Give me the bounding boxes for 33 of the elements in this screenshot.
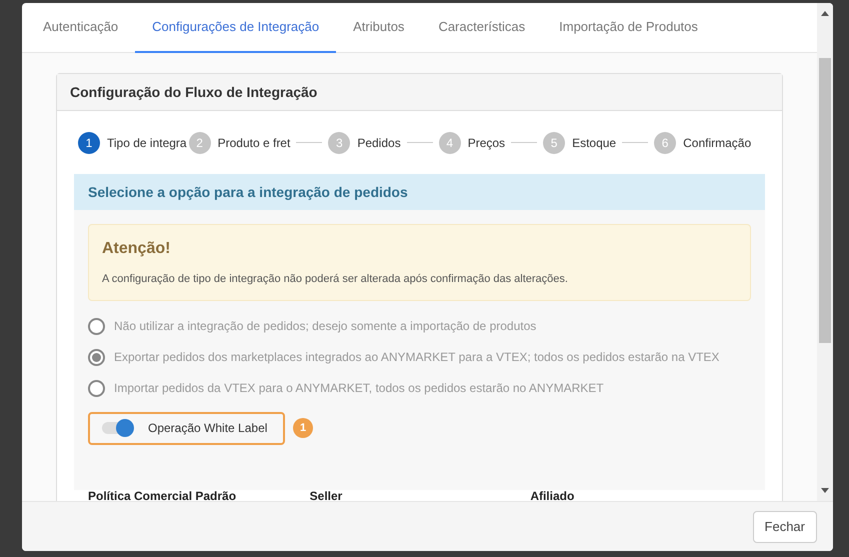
column-header: Política Comercial Padrão: [88, 488, 238, 501]
tab[interactable]: Autenticação: [26, 3, 136, 53]
step-label[interactable]: Pedidos: [357, 134, 401, 152]
close-button[interactable]: Fechar: [752, 510, 817, 542]
scroll-down-icon[interactable]: [821, 488, 829, 493]
step-number: 1: [78, 132, 100, 154]
step-number: 2: [188, 132, 211, 154]
toggle-label[interactable]: Operação White Label: [148, 419, 268, 437]
scroll-up-icon[interactable]: [821, 11, 829, 16]
radio-button[interactable]: [88, 380, 105, 396]
radio-button[interactable]: [88, 348, 105, 366]
step-label[interactable]: Produto e fret: [218, 134, 290, 152]
step-number: 3: [328, 132, 350, 154]
scrollbar[interactable]: [817, 3, 833, 501]
step-label[interactable]: Preços: [468, 134, 506, 152]
step-label[interactable]: Tipo de integra: [107, 134, 187, 152]
alert-text: A configuração de tipo de integração não poderá ser alterada após confirmação das alterações.: [102, 272, 569, 287]
callout-badge: 1: [293, 418, 313, 438]
radio-button[interactable]: [88, 318, 105, 334]
tab[interactable]: Características: [421, 3, 542, 53]
step-number: 6: [654, 132, 676, 154]
step-number: 5: [543, 132, 566, 154]
step-label[interactable]: Confirmação: [683, 134, 752, 152]
step-label[interactable]: Estoque: [572, 134, 616, 152]
section-title: Selecione a opção para a integração de pedidos: [88, 182, 408, 202]
step-number: 4: [438, 132, 461, 154]
tab[interactable]: Atributos: [336, 3, 422, 53]
column-header: Afiliado: [530, 488, 576, 501]
toggle-switch[interactable]: [102, 420, 134, 436]
column-header: Seller: [310, 488, 344, 501]
card-title: Configuração do Fluxo de Integração: [70, 82, 318, 102]
alert-title: Atenção!: [102, 239, 172, 259]
tab[interactable]: Importação de Produtos: [542, 3, 715, 53]
